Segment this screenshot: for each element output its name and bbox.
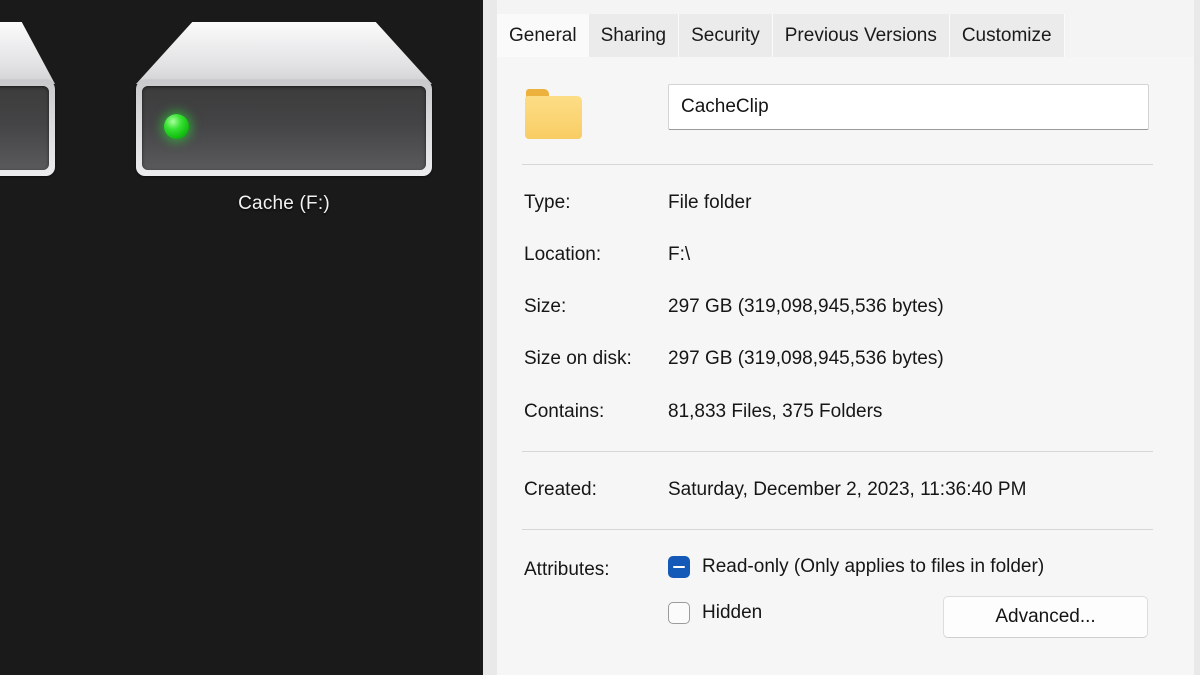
desktop-icon-label: Cache (F:) [238,193,330,214]
tab-previous-versions[interactable]: Previous Versions [772,14,950,57]
hard-drive-icon [136,22,432,176]
property-value: 81,833 Files, 375 Folders [668,401,883,422]
tab-label: General [509,24,577,46]
drive-activity-led-icon [164,114,189,139]
property-label: Contains: [524,401,605,422]
property-row-contains: Contains: 81,833 Files, 375 Folders [524,401,882,423]
folder-icon-body [525,96,582,139]
drive-body-shell [136,80,432,176]
property-row-type: Type: File folder [524,192,751,214]
folder-name-row [511,84,1171,148]
dialog-right-gutter [1194,0,1200,675]
tab-security[interactable]: Security [679,14,773,57]
property-value: 297 GB (319,098,945,536 bytes) [668,296,944,317]
readonly-checkbox-row[interactable]: Read-only (Only applies to files in fold… [668,556,1044,578]
property-label: Size: [524,296,567,317]
drive-top-shell [136,22,432,84]
drive-front-face [142,86,426,170]
property-row-size-on-disk: Size on disk: 297 GB (319,098,945,536 byt… [524,348,944,370]
advanced-button[interactable]: Advanced... [943,596,1148,638]
tab-label: Customize [961,24,1052,46]
property-value: Saturday, December 2, 2023, 11:36:40 PM [668,479,1027,500]
property-value: File folder [668,192,752,213]
property-label: Type: [524,192,571,213]
drive-body-shell [0,80,55,176]
dialog-left-gutter [483,0,497,675]
property-value: 297 GB (319,098,945,536 bytes) [668,348,944,369]
property-label: Size on disk: [524,348,632,369]
hard-drive-icon-cutoff [0,22,55,176]
tab-label: Previous Versions [784,24,937,46]
desktop-area: Cache (F:) [0,0,483,675]
readonly-checkbox-label: Read-only (Only applies to files in fold… [702,556,1045,577]
attributes-label: Attributes: [524,559,610,580]
property-row-created: Created: Saturday, December 2, 2023, 11:3… [524,479,1026,501]
property-value: F:\ [668,244,691,265]
tab-label: Sharing [600,24,667,46]
property-row-size: Size: 297 GB (319,098,945,536 bytes) [524,296,944,318]
drive-front-face [0,86,49,170]
separator-top [522,164,1153,166]
tab-strip: General Sharing Security Previous Versio… [497,14,1065,57]
property-label: Created: [524,479,597,500]
readonly-checkbox[interactable] [668,556,690,578]
hidden-checkbox-row[interactable]: Hidden [668,602,762,624]
property-label: Location: [524,244,602,265]
folder-icon [525,89,582,139]
property-row-location: Location: F:\ [524,244,690,266]
tab-sharing[interactable]: Sharing [588,14,680,57]
tab-label: Security [691,24,760,46]
screen: Cache (F:) General Sharing Security Prev… [0,0,1200,675]
hidden-checkbox[interactable] [668,602,690,624]
separator-middle [522,451,1153,453]
folder-name-input[interactable] [668,84,1149,130]
drive-top-shell [0,22,55,84]
separator-bottom [522,529,1153,531]
tab-customize[interactable]: Customize [949,14,1065,57]
hidden-checkbox-label: Hidden [702,602,763,623]
desktop-icon-cutoff[interactable] [0,22,55,193]
desktop-icon-cache-f[interactable]: Cache (F:) [136,22,432,215]
tab-general[interactable]: General [497,14,589,57]
